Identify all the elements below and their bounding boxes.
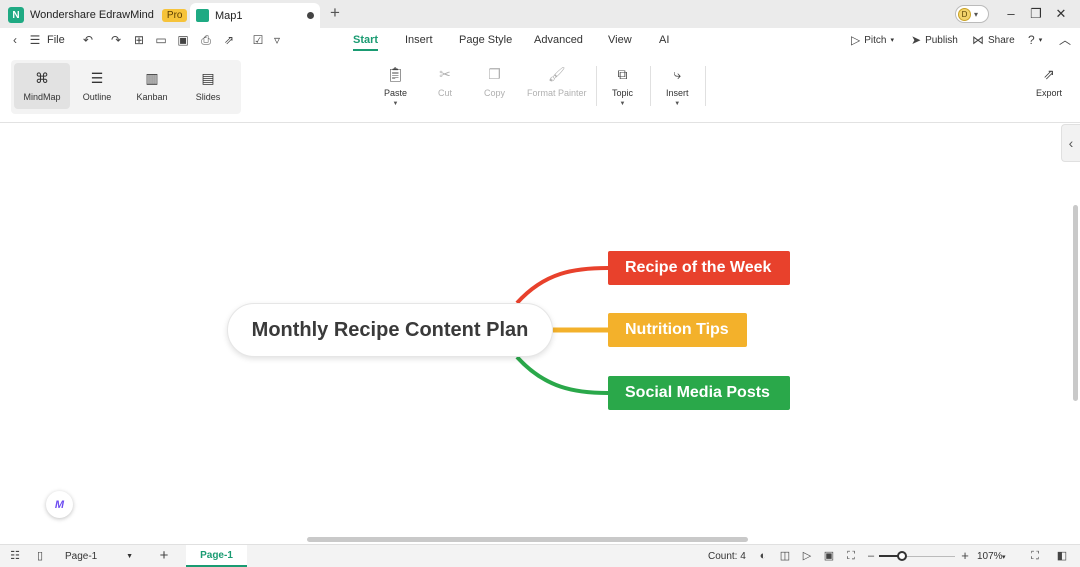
page-tab[interactable]: Page-1 <box>186 545 247 567</box>
horizontal-scrollbar[interactable] <box>307 537 748 542</box>
zoom-in-icon[interactable]: + <box>957 549 973 563</box>
connector-recipe-of-the-week <box>515 266 609 305</box>
topic-social-media-posts[interactable]: Social Media Posts <box>608 376 790 410</box>
side-panel-icon[interactable]: ◧ <box>1054 549 1070 563</box>
fit-screen-icon[interactable]: ⛶ <box>843 549 859 563</box>
page-select-value: Page-1 <box>65 550 98 562</box>
vertical-scrollbar[interactable] <box>1073 205 1078 401</box>
page-select[interactable]: Page-1 ▼ <box>57 547 141 565</box>
panel-toggle-icon[interactable]: ▯ <box>32 549 48 563</box>
topic-count: Count: 4 <box>708 551 746 562</box>
add-page-icon[interactable]: + <box>156 548 172 563</box>
zoom-out-icon[interactable]: – <box>863 549 879 563</box>
zoom-level[interactable]: 107% <box>977 551 1003 562</box>
topic-recipe-of-the-week[interactable]: Recipe of the Week <box>608 251 790 285</box>
ai-assistant-icon[interactable]: M <box>46 491 73 518</box>
chevron-down-icon[interactable]: ▾ <box>1002 553 1006 561</box>
topic-nutrition-tips[interactable]: Nutrition Tips <box>608 313 747 347</box>
settings-sliders-icon[interactable]: ☷ <box>7 549 23 563</box>
book-view-icon[interactable]: ◫ <box>777 549 793 563</box>
connector-lines <box>515 266 609 395</box>
connector-social-media-posts <box>515 355 609 395</box>
status-bar: ☷ ▯ Page-1 ▼ + Page-1 Count: 4 ◐ ◫ ▷ ▣ ⛶… <box>0 544 1080 567</box>
play-icon[interactable]: ▷ <box>799 549 815 563</box>
fit-page-icon[interactable]: ▣ <box>821 549 837 563</box>
collapse-side-panel-icon[interactable]: ‹ <box>1061 124 1080 162</box>
central-topic[interactable]: Monthly Recipe Content Plan <box>227 303 553 357</box>
chevron-down-icon: ▼ <box>126 552 133 560</box>
fullscreen-icon[interactable]: ⛶ <box>1027 549 1043 563</box>
zoom-slider-handle[interactable] <box>896 551 907 561</box>
theme-icon[interactable]: ◐ <box>755 549 771 563</box>
